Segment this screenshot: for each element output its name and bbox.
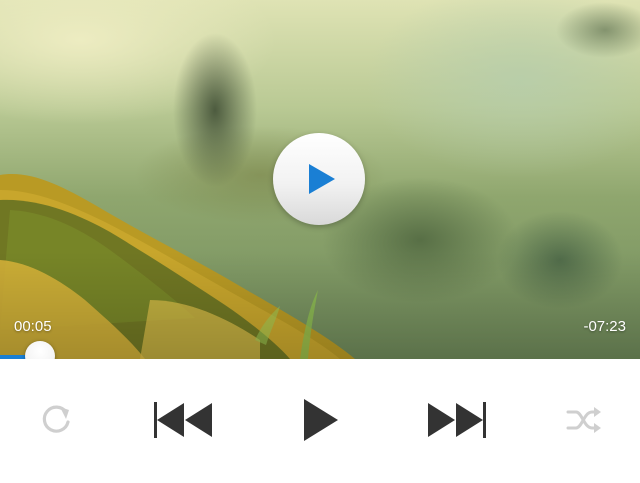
play-overlay-icon <box>309 164 335 194</box>
video-play-button[interactable] <box>273 133 365 225</box>
previous-track-button[interactable] <box>151 397 215 443</box>
play-icon <box>304 399 338 441</box>
repeat-icon <box>42 405 70 433</box>
next-track-button[interactable] <box>425 397 489 443</box>
video-viewport[interactable]: 00:05 -07:23 <box>0 0 640 359</box>
shuffle-icon <box>566 407 601 433</box>
transport-controls <box>0 359 640 483</box>
repeat-button[interactable] <box>38 397 74 443</box>
remaining-time: -07:23 <box>583 318 626 335</box>
previous-track-icon <box>154 402 212 438</box>
next-track-icon <box>428 402 486 438</box>
elapsed-time: 00:05 <box>14 318 52 335</box>
shuffle-button[interactable] <box>564 397 604 443</box>
play-button[interactable] <box>300 397 340 443</box>
